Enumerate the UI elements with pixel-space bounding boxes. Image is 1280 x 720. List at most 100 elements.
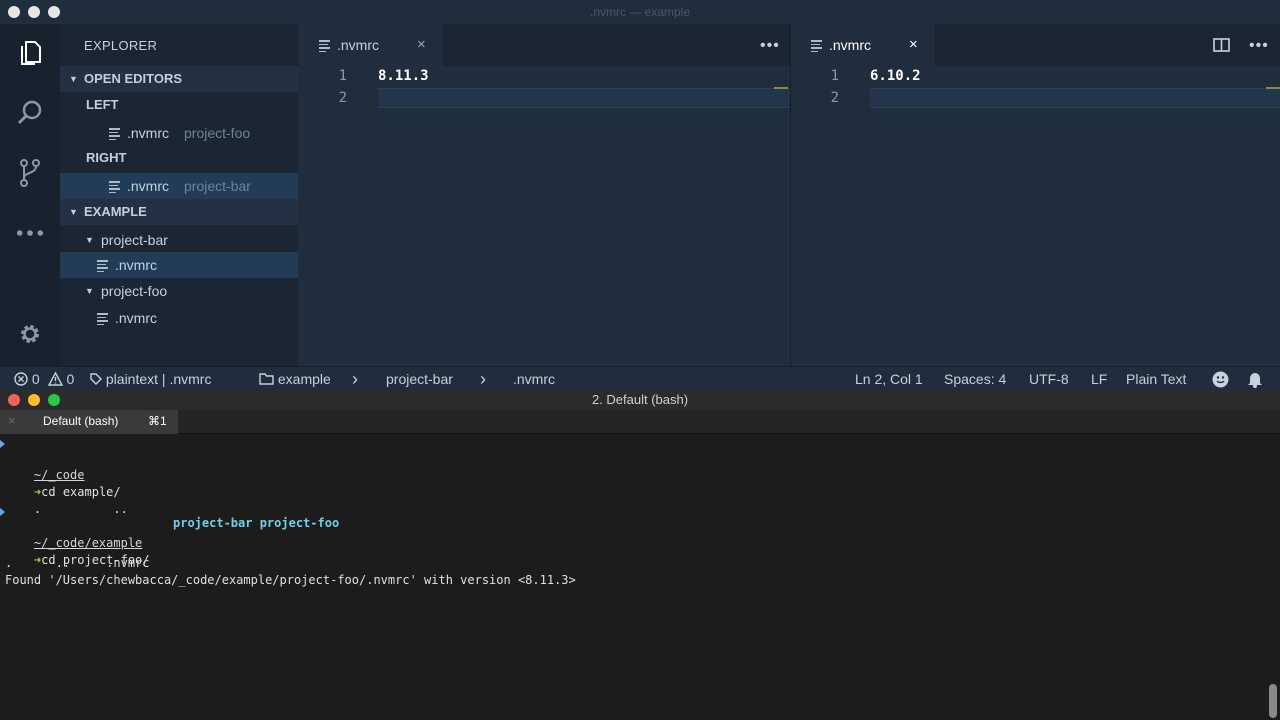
line-number: 1	[338, 68, 347, 84]
triangle-down-icon: ▼	[69, 74, 78, 84]
problems-indicator[interactable]: 0 0	[14, 367, 74, 391]
folder-name: project-foo	[101, 283, 168, 299]
ls-output: . ..	[33, 502, 128, 516]
file-lines-icon	[97, 260, 108, 272]
editor-group-right-pane: .nvmrc × ••• 1 2 6.10.2	[791, 24, 1280, 366]
explorer-sidebar: EXPLORER ▼ OPEN EDITORS LEFT .nvmrc proj…	[60, 24, 298, 366]
files-icon[interactable]	[15, 38, 45, 68]
terminal-line: . .. .nvmrc	[5, 556, 150, 570]
folder-project-foo[interactable]: ▼ project-foo	[60, 278, 298, 304]
terminal-title-bar: 2. Default (bash)	[0, 390, 1280, 410]
group-label-right: RIGHT	[86, 150, 127, 165]
tab-label: .nvmrc	[337, 37, 379, 53]
file-item-bar-nvmrc[interactable]: .nvmrc	[60, 252, 298, 278]
warning-count: 0	[66, 371, 75, 387]
editor-group-left: LEFT	[60, 92, 298, 118]
close-window-button[interactable]	[8, 6, 20, 18]
breadcrumb-item[interactable]: .nvmrc	[513, 367, 555, 391]
open-editor-item-foo[interactable]: .nvmrc project-foo	[60, 120, 298, 146]
breadcrumb[interactable]: example	[259, 367, 331, 391]
language-file-indicator[interactable]: plaintext | .nvmrc	[90, 367, 211, 391]
editor-group-left-pane: .nvmrc × ••• 1 2 8.11.3	[299, 24, 790, 366]
search-icon[interactable]	[15, 98, 45, 128]
overview-ruler-mark	[1266, 87, 1280, 89]
line-number: 1	[830, 68, 839, 84]
terminal-tab-label: Default (bash)	[43, 414, 119, 428]
terminal-line: Found '/Users/chewbacca/_code/example/pr…	[5, 573, 576, 587]
zoom-window-button[interactable]	[48, 6, 60, 18]
error-count: 0	[31, 371, 40, 387]
editor-group-right: RIGHT	[60, 145, 298, 171]
folder-name: project-bar	[101, 232, 168, 248]
terminal-tab-bar: × Default (bash) ⌘1	[0, 410, 1280, 434]
terminal-scrollbar[interactable]	[1269, 684, 1277, 718]
group-label-left: LEFT	[86, 97, 119, 112]
zoom-window-button[interactable]	[48, 394, 60, 406]
terminal-window: 2. Default (bash) × Default (bash) ⌘1 ~/…	[0, 390, 1280, 720]
prompt-marker-icon	[0, 508, 5, 516]
tab-bar: .nvmrc × •••	[791, 24, 1280, 66]
line-number: 2	[338, 90, 347, 106]
folder-icon	[259, 373, 274, 385]
terminal-tab[interactable]: × Default (bash) ⌘1	[0, 410, 178, 434]
source-control-icon[interactable]	[15, 158, 45, 188]
ls-dirs: project-bar project-foo	[173, 516, 340, 530]
close-icon[interactable]: ×	[909, 36, 918, 53]
triangle-down-icon: ▼	[85, 286, 94, 296]
warning-icon	[47, 371, 63, 386]
tab-nvmrc-left[interactable]: .nvmrc ×	[299, 24, 443, 66]
vscode-window: .nvmrc — example EXPLORER ▼ OPEN EDITORS…	[0, 0, 1280, 390]
explorer-title: EXPLORER	[84, 38, 158, 53]
folder-project-bar[interactable]: ▼ project-bar	[60, 227, 298, 253]
split-editor-icon[interactable]	[1213, 38, 1230, 57]
breadcrumb-item[interactable]: example	[278, 371, 331, 387]
triangle-down-icon: ▼	[69, 207, 78, 217]
workspace-label: EXAMPLE	[84, 204, 147, 219]
terminal-tab-shortcut: ⌘1	[148, 414, 167, 428]
error-icon	[14, 372, 28, 386]
line-ending[interactable]: LF	[1091, 367, 1107, 391]
tag-icon	[90, 373, 102, 385]
more-actions-icon[interactable]: •••	[1249, 37, 1269, 55]
minimize-window-button[interactable]	[28, 394, 40, 406]
indentation[interactable]: Spaces: 4	[944, 367, 1006, 391]
open-editor-folder: project-foo	[184, 125, 251, 141]
more-icon[interactable]	[15, 218, 45, 248]
status-bar: 0 0 plaintext | .nvmrc example › project…	[0, 366, 1280, 390]
breadcrumb-separator: ›	[352, 369, 358, 389]
language-mode[interactable]: Plain Text	[1126, 367, 1186, 391]
gear-icon[interactable]	[15, 319, 45, 349]
title-bar: .nvmrc — example	[0, 0, 1280, 24]
file-lines-icon	[97, 313, 108, 325]
open-editors-label: OPEN EDITORS	[84, 71, 183, 86]
minimize-window-button[interactable]	[28, 6, 40, 18]
window-title: .nvmrc — example	[589, 5, 691, 19]
open-editors-section[interactable]: ▼ OPEN EDITORS	[60, 66, 298, 92]
file-name: .nvmrc	[115, 257, 157, 273]
cursor-position[interactable]: Ln 2, Col 1	[855, 367, 923, 391]
line-number: 2	[830, 90, 839, 106]
close-window-button[interactable]	[8, 394, 20, 406]
open-editor-filename: .nvmrc	[127, 125, 169, 141]
tab-nvmrc-right[interactable]: .nvmrc ×	[791, 24, 935, 66]
file-name: .nvmrc	[115, 310, 157, 326]
file-lines-icon	[109, 181, 120, 193]
tab-bar: .nvmrc × •••	[299, 24, 790, 66]
tab-label: .nvmrc	[829, 37, 871, 53]
overview-ruler-mark	[774, 87, 788, 89]
workspace-section[interactable]: ▼ EXAMPLE	[60, 199, 298, 225]
close-tab-icon[interactable]: ×	[8, 413, 16, 428]
breadcrumb-separator: ›	[480, 369, 486, 389]
close-icon[interactable]: ×	[417, 36, 426, 53]
open-editor-item-bar[interactable]: .nvmrc project-bar	[60, 173, 298, 199]
breadcrumb-item[interactable]: project-bar	[386, 367, 453, 391]
file-lines-icon	[109, 128, 120, 140]
open-editor-folder: project-bar	[184, 178, 251, 194]
file-item-foo-nvmrc[interactable]: .nvmrc	[60, 305, 298, 331]
code-line[interactable]: 8.11.3	[378, 68, 429, 84]
code-line[interactable]: 6.10.2	[870, 68, 921, 84]
more-actions-icon[interactable]: •••	[760, 37, 780, 55]
current-line-highlight	[378, 88, 790, 108]
encoding[interactable]: UTF-8	[1029, 367, 1069, 391]
terminal-title: 2. Default (bash)	[591, 392, 689, 407]
